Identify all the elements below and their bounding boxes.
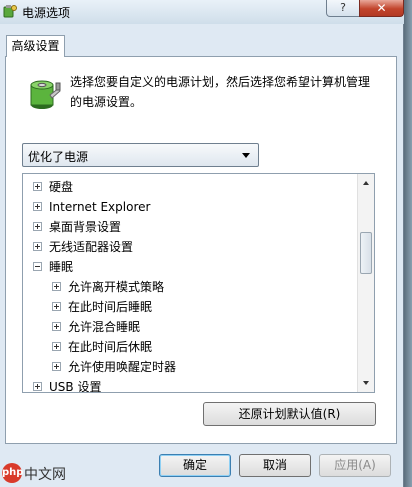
- expand-icon[interactable]: [33, 182, 42, 191]
- watermark-text: 中文网: [24, 467, 66, 483]
- scroll-thumb[interactable]: [360, 232, 372, 274]
- expand-icon[interactable]: [52, 322, 61, 331]
- expand-icon[interactable]: [52, 362, 61, 371]
- chevron-down-icon: [242, 153, 250, 158]
- expand-icon[interactable]: [33, 222, 42, 231]
- scroll-up-icon[interactable]: [363, 181, 369, 185]
- expand-icon[interactable]: [33, 242, 42, 251]
- title-bar[interactable]: 电源选项 ? ✕: [0, 0, 404, 24]
- restore-defaults-button[interactable]: 还原计划默认值(R): [203, 402, 376, 426]
- close-button[interactable]: ✕: [359, 0, 404, 17]
- collapse-icon[interactable]: [33, 262, 42, 271]
- cancel-button[interactable]: 取消: [239, 454, 311, 477]
- tab-advanced-settings[interactable]: 高级设置: [6, 35, 65, 57]
- expand-icon[interactable]: [33, 202, 42, 211]
- expand-icon[interactable]: [52, 282, 61, 291]
- watermark: php 中文网: [0, 462, 86, 484]
- watermark-logo: php: [2, 463, 23, 483]
- expand-icon[interactable]: [52, 342, 61, 351]
- window-title: 电源选项: [22, 6, 71, 20]
- ok-button[interactable]: 确定: [159, 454, 231, 477]
- expand-icon[interactable]: [52, 302, 61, 311]
- settings-tree[interactable]: 硬盘 Internet Explorer 桌面背景设置 无线适配器设置 睡眠 允…: [22, 173, 375, 393]
- power-plan-value: 优化了电源: [28, 150, 89, 164]
- battery-plan-icon: [30, 80, 61, 109]
- apply-button[interactable]: 应用(A): [319, 454, 391, 477]
- background-edge: [404, 0, 412, 487]
- power-options-icon: [3, 5, 17, 18]
- scroll-down-icon[interactable]: [363, 381, 369, 385]
- plan-description: 选择您要自定义的电源计划，然后选择您希望计算机管理的电源设置。: [70, 75, 371, 109]
- tree-scrollbar[interactable]: [357, 174, 374, 392]
- power-options-window: 电源选项 ? ✕ 高级设置 选择您要自定义的电源计划，然后选择您希望计算机管理的…: [0, 0, 404, 487]
- power-plan-dropdown[interactable]: 优化了电源: [22, 143, 259, 167]
- help-button[interactable]: ?: [326, 0, 360, 17]
- expand-icon[interactable]: [33, 382, 42, 391]
